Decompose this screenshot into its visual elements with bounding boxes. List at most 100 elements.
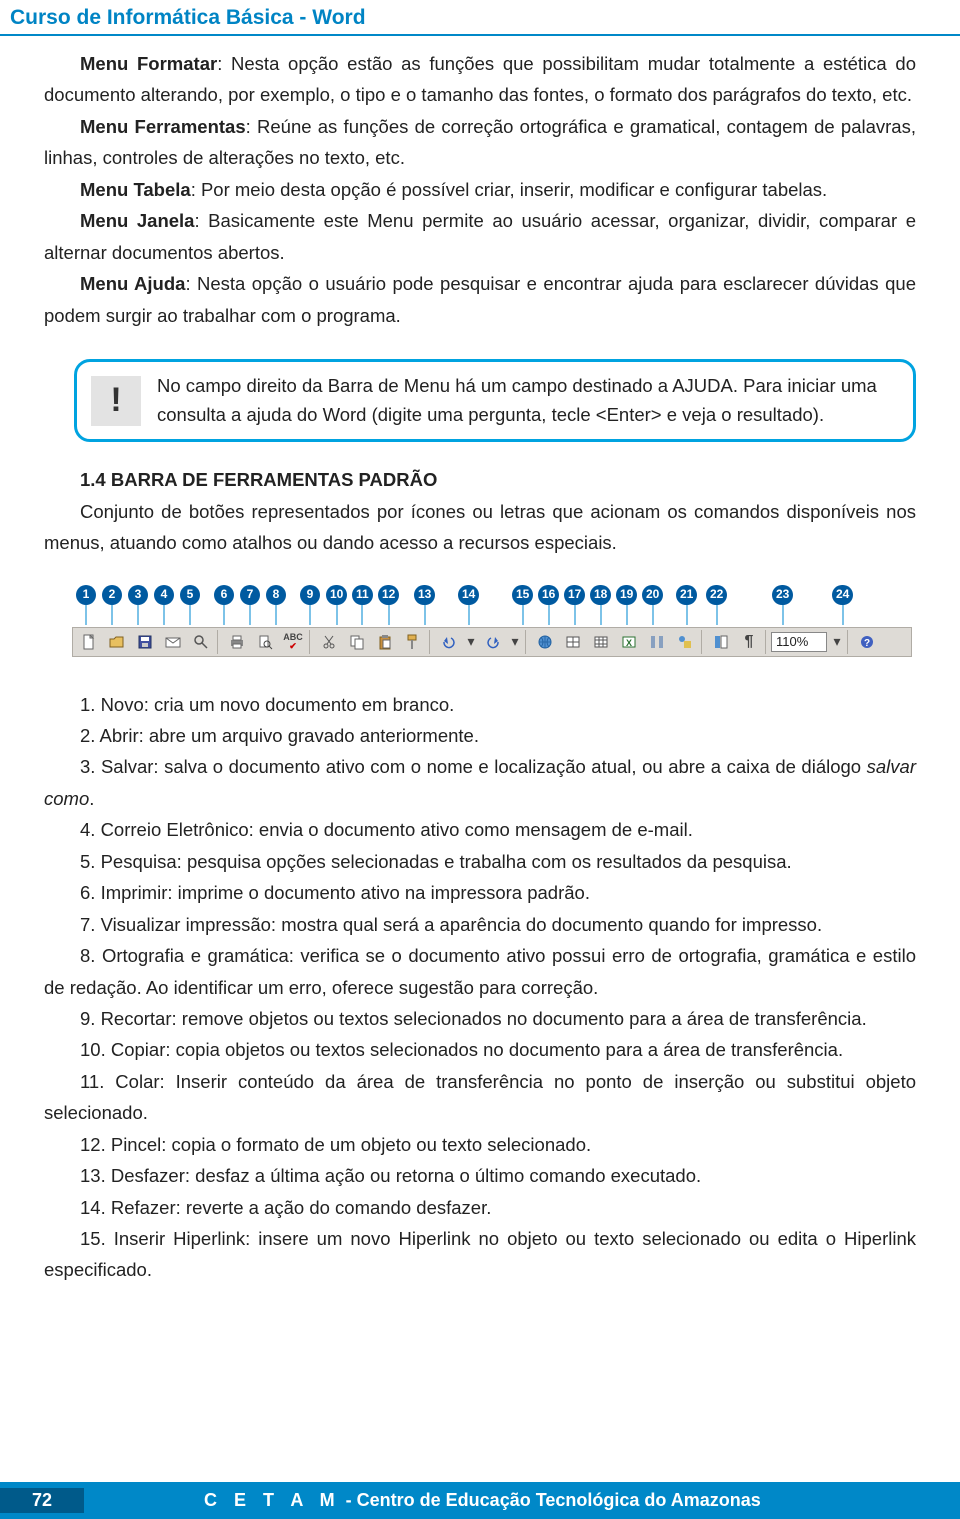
marker-15: 15	[512, 585, 533, 625]
toolbar-item-12: 12. Pincel: copia o formato de um objeto…	[44, 1129, 916, 1160]
chevron-down-icon: ▾	[508, 629, 522, 655]
marker-19: 19	[616, 585, 637, 625]
toolbar-item-4: 4. Correio Eletrônico: envia o documento…	[44, 814, 916, 845]
separator-icon	[309, 630, 313, 654]
menu-tabela: Menu Tabela: Por meio desta opção é poss…	[44, 174, 916, 205]
toolbar-figure: 123456789101112131415161718192021222324 …	[72, 585, 916, 657]
menu-ferramentas: Menu Ferramentas: Reúne as funções de co…	[44, 111, 916, 174]
marker-10: 10	[326, 585, 347, 625]
marker-line	[249, 605, 251, 625]
toolbar-item-3: 3. Salvar: salva o documento ativo com o…	[44, 751, 916, 814]
svg-text:?: ?	[864, 638, 870, 649]
marker-18: 18	[590, 585, 611, 625]
marker-1: 1	[76, 585, 96, 625]
drawing-icon	[672, 629, 698, 655]
marker-number: 8	[266, 585, 286, 605]
hyperlink-icon	[532, 629, 558, 655]
marker-number: 21	[676, 585, 697, 605]
marker-line	[137, 605, 139, 625]
marker-2: 2	[102, 585, 122, 625]
separator-icon	[217, 630, 221, 654]
undo-icon	[436, 629, 462, 655]
marker-3: 3	[128, 585, 148, 625]
toolbar-item-6: 6. Imprimir: imprime o documento ativo n…	[44, 877, 916, 908]
marker-line	[468, 605, 470, 625]
toolbar-item-1: 1. Novo: cria um novo documento em branc…	[44, 689, 916, 720]
marker-number: 12	[378, 585, 399, 605]
menu-formatar: Menu Formatar: Nesta opção estão as funç…	[44, 48, 916, 111]
marker-line	[548, 605, 550, 625]
spellcheck-icon: ABC✔	[280, 629, 306, 655]
marker-line	[652, 605, 654, 625]
copy-icon	[344, 629, 370, 655]
marker-line	[574, 605, 576, 625]
menu-ferramentas-title: Menu Ferramentas	[80, 116, 246, 137]
search-icon	[188, 629, 214, 655]
chevron-down-icon: ▾	[464, 629, 478, 655]
note-box: ! No campo direito da Barra de Menu há u…	[74, 359, 916, 442]
toolbar: ABC✔ ▾ ▾ X ¶ 110% ▾ ?	[72, 627, 912, 657]
marker-line	[275, 605, 277, 625]
format-painter-icon	[400, 629, 426, 655]
note-text: No campo direito da Barra de Menu há um …	[157, 372, 895, 429]
toolbar-item-13: 13. Desfazer: desfaz a última ação ou re…	[44, 1160, 916, 1191]
marker-number: 18	[590, 585, 611, 605]
marker-number: 23	[772, 585, 793, 605]
content: Menu Formatar: Nesta opção estão as funç…	[0, 36, 960, 1286]
separator-icon	[847, 630, 851, 654]
marker-number: 10	[326, 585, 347, 605]
page-header: Curso de Informática Básica - Word	[0, 0, 960, 36]
marker-line	[626, 605, 628, 625]
toolbar-item-10: 10. Copiar: copia objetos ou textos sele…	[44, 1034, 916, 1065]
email-icon	[160, 629, 186, 655]
marker-8: 8	[266, 585, 286, 625]
document-map-icon	[708, 629, 734, 655]
marker-line	[309, 605, 311, 625]
marker-number: 20	[642, 585, 663, 605]
marker-4: 4	[154, 585, 174, 625]
footer-text: C E T A M - Centro de Educação Tecnológi…	[204, 1490, 761, 1511]
save-icon	[132, 629, 158, 655]
marker-5: 5	[180, 585, 200, 625]
menu-ajuda: Menu Ajuda: Nesta opção o usuário pode p…	[44, 268, 916, 331]
marker-line	[85, 605, 87, 625]
marker-17: 17	[564, 585, 585, 625]
toolbar-item-14: 14. Refazer: reverte a ação do comando d…	[44, 1192, 916, 1223]
marker-9: 9	[300, 585, 320, 625]
section-heading: 1.4 BARRA DE FERRAMENTAS PADRÃO	[44, 464, 916, 495]
toolbar-markers: 123456789101112131415161718192021222324	[70, 585, 916, 627]
marker-line	[189, 605, 191, 625]
marker-number: 11	[352, 585, 373, 605]
redo-icon	[480, 629, 506, 655]
preview-icon	[252, 629, 278, 655]
toolbar-item-5: 5. Pesquisa: pesquisa opções selecionada…	[44, 846, 916, 877]
menu-formatar-title: Menu Formatar	[80, 53, 217, 74]
marker-line	[782, 605, 784, 625]
marker-line	[388, 605, 390, 625]
menu-janela: Menu Janela: Basicamente este Menu permi…	[44, 205, 916, 268]
marker-16: 16	[538, 585, 559, 625]
toolbar-items-list: 1. Novo: cria um novo documento em branc…	[44, 689, 916, 1286]
marker-line	[336, 605, 338, 625]
chevron-down-icon: ▾	[830, 629, 844, 655]
marker-7: 7	[240, 585, 260, 625]
marker-number: 22	[706, 585, 727, 605]
marker-number: 7	[240, 585, 260, 605]
cut-icon	[316, 629, 342, 655]
menu-ajuda-title: Menu Ajuda	[80, 273, 185, 294]
marker-number: 16	[538, 585, 559, 605]
marker-13: 13	[414, 585, 435, 625]
paragraph-icon: ¶	[736, 629, 762, 655]
marker-line	[111, 605, 113, 625]
marker-22: 22	[706, 585, 727, 625]
marker-number: 13	[414, 585, 435, 605]
toolbar-item-8: 8. Ortografia e gramática: verifica se o…	[44, 940, 916, 1003]
marker-number: 24	[832, 585, 853, 605]
new-icon	[76, 629, 102, 655]
footer-org-abbrev: C E T A M	[204, 1490, 341, 1510]
marker-line	[842, 605, 844, 625]
help-icon: ?	[854, 629, 880, 655]
toolbar-item-11: 11. Colar: Inserir conteúdo da área de t…	[44, 1066, 916, 1129]
marker-number: 14	[458, 585, 479, 605]
marker-line	[223, 605, 225, 625]
